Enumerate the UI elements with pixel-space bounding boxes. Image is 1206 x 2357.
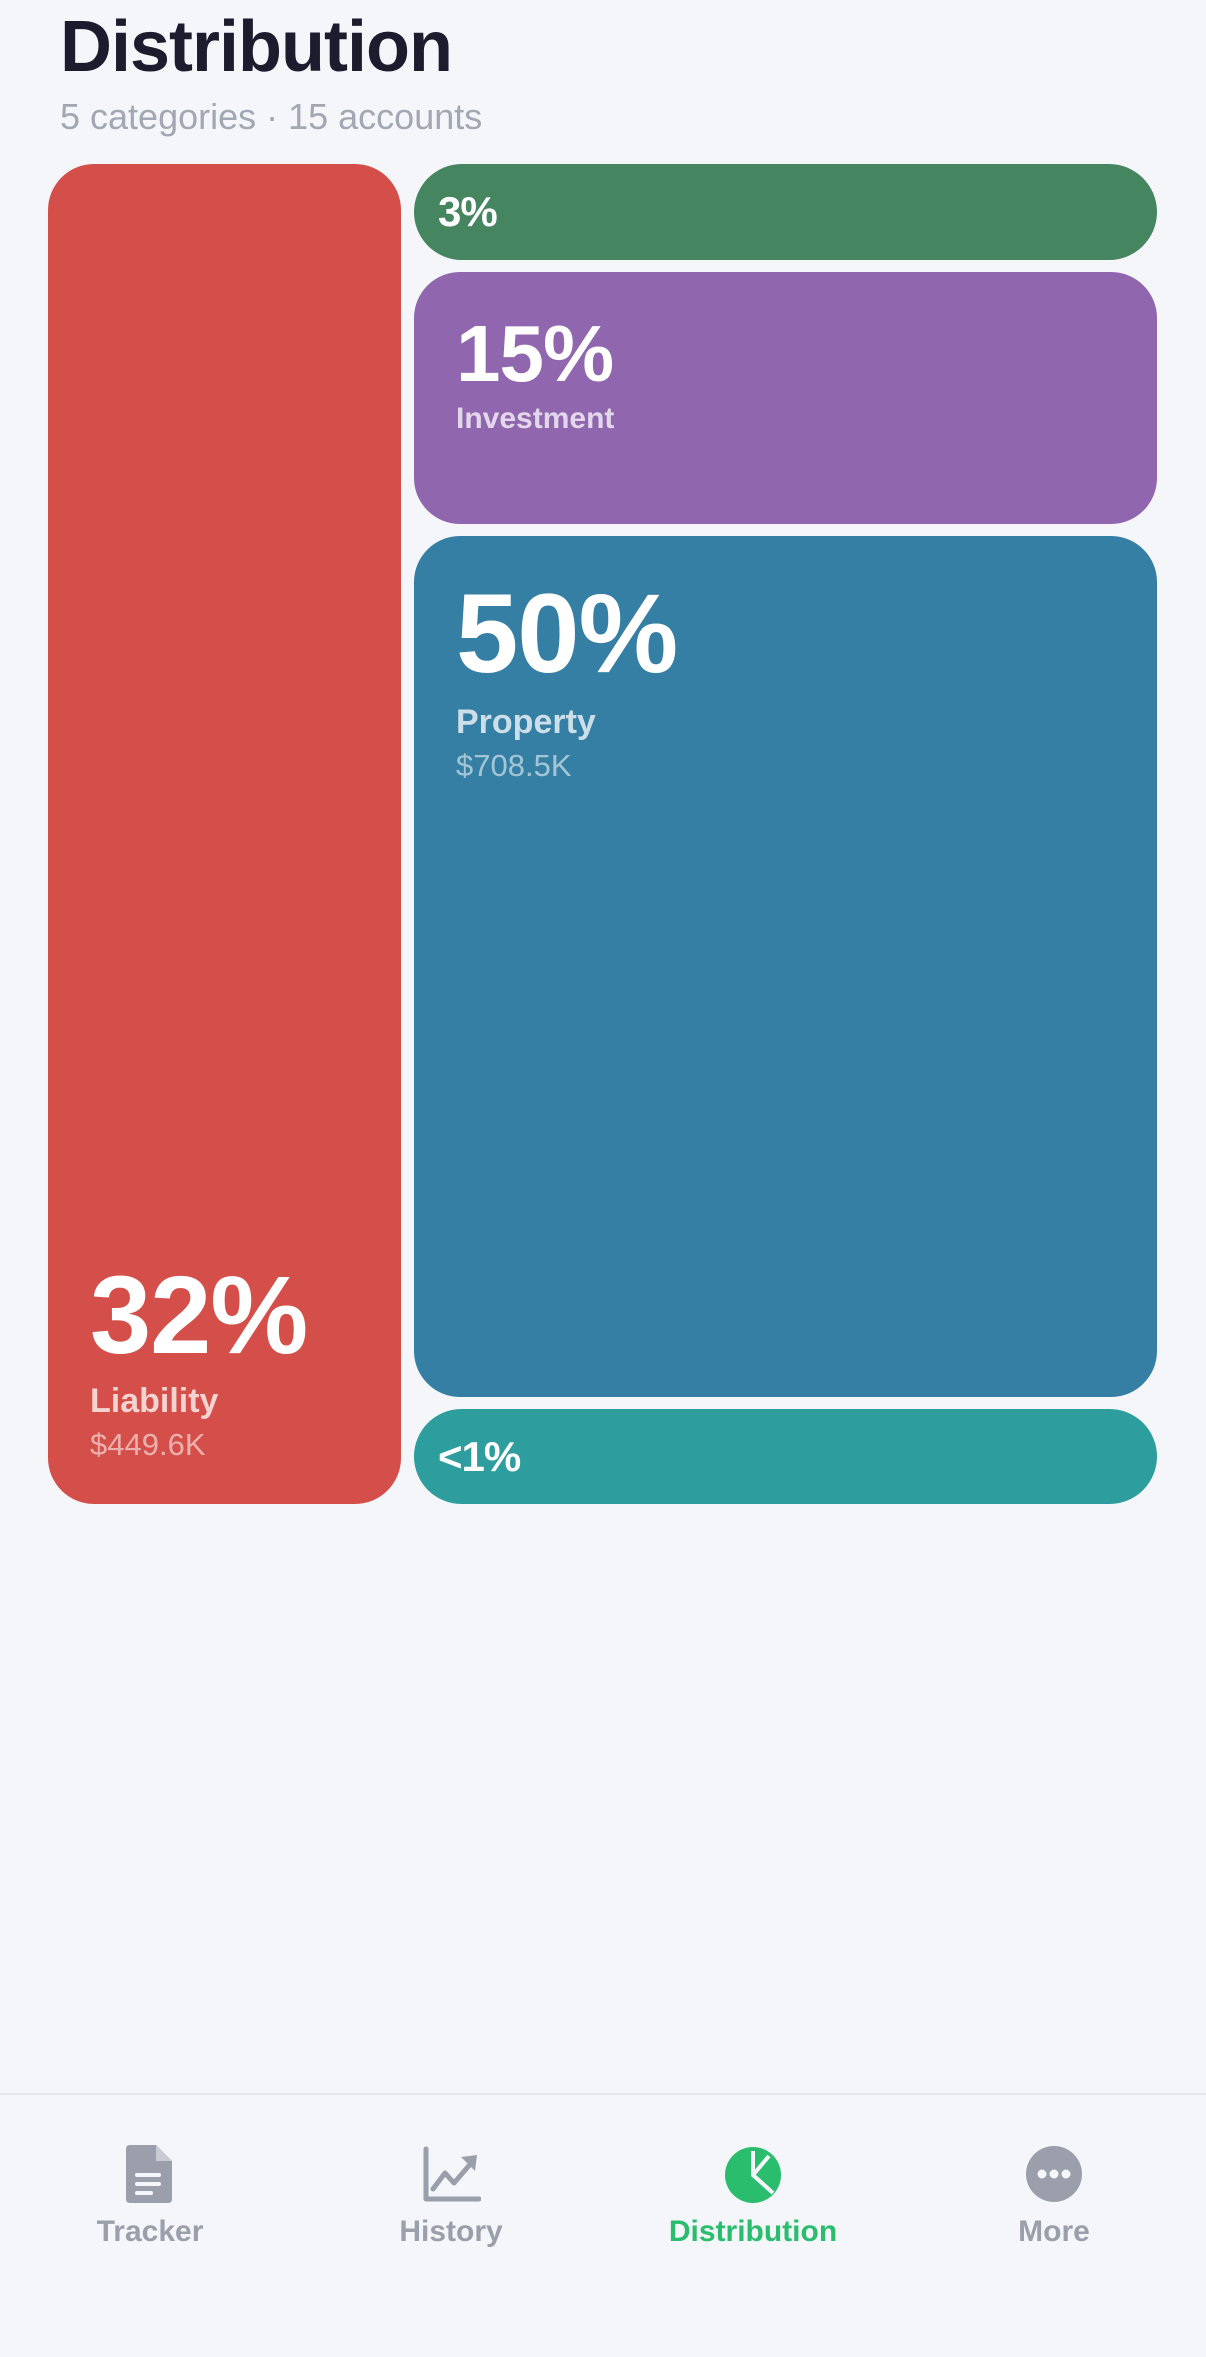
tile-liability[interactable]: 32% Liability $449.6K bbox=[48, 164, 401, 1504]
pie-chart-icon bbox=[725, 2147, 781, 2203]
tile-category: Liability bbox=[90, 1381, 219, 1420]
tile-category: Investment bbox=[456, 402, 615, 435]
tab-distribution[interactable]: Distribution bbox=[653, 2143, 853, 2249]
chart-line-icon bbox=[423, 2146, 481, 2202]
tab-bar: Tracker History Distribution More bbox=[0, 2093, 1206, 2357]
tile-percent: 50% bbox=[456, 571, 678, 696]
tab-label: Distribution bbox=[668, 2215, 838, 2248]
tile-percent: 15% bbox=[456, 309, 614, 398]
tile-property[interactable]: 50% Property $708.5K bbox=[414, 536, 1157, 1397]
more-dots-icon bbox=[1026, 2146, 1082, 2202]
tile-percent: <1% bbox=[438, 1432, 521, 1480]
tab-history[interactable]: History bbox=[351, 2143, 551, 2249]
page-title: Distribution bbox=[60, 7, 453, 87]
tab-tracker[interactable]: Tracker bbox=[50, 2143, 250, 2249]
tile-category: Property bbox=[456, 703, 596, 741]
tile-amount: $449.6K bbox=[90, 1426, 206, 1462]
tile-percent: 32% bbox=[90, 1253, 308, 1377]
document-icon bbox=[126, 2145, 172, 2203]
tab-more[interactable]: More bbox=[954, 2143, 1154, 2249]
page-subtitle: 5 categories · 15 accounts bbox=[60, 95, 483, 137]
tile-percent: 3% bbox=[438, 188, 498, 235]
tile-green[interactable]: 3% bbox=[414, 164, 1157, 260]
tab-label: Tracker bbox=[96, 2215, 204, 2248]
tab-label: More bbox=[1018, 2215, 1090, 2248]
tile-amount: $708.5K bbox=[456, 748, 572, 784]
page-header: Distribution 5 categories · 15 accounts bbox=[60, 7, 483, 138]
tile-investment[interactable]: 15% Investment bbox=[414, 272, 1157, 524]
tile-teal[interactable]: <1% bbox=[414, 1409, 1157, 1504]
tab-label: History bbox=[399, 2215, 503, 2248]
